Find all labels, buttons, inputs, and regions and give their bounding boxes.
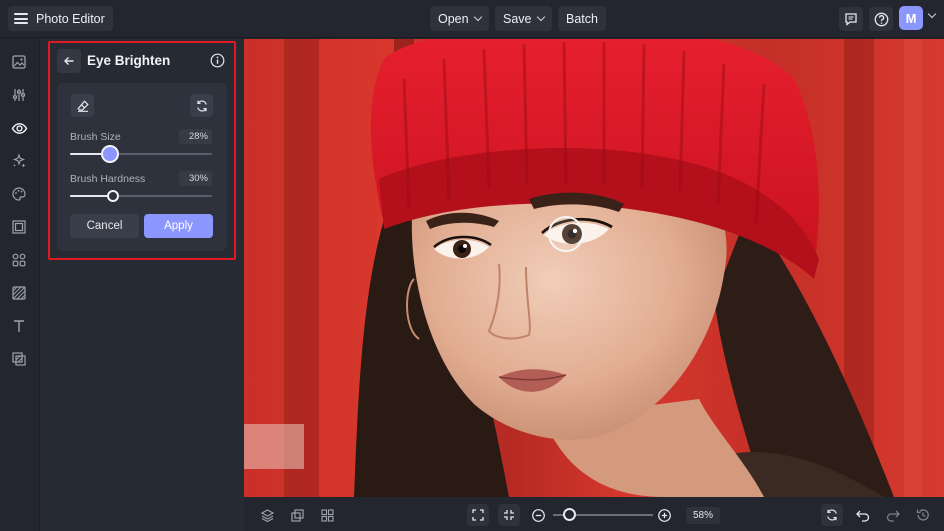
actual-size-button[interactable] — [498, 504, 520, 526]
photo-canvas[interactable] — [244, 39, 944, 497]
compare-icon[interactable] — [287, 505, 307, 525]
rotate-icon — [827, 509, 837, 521]
open-label: Open — [438, 11, 469, 26]
open-button[interactable]: Open — [430, 6, 489, 31]
layers-icon[interactable] — [257, 505, 277, 525]
zoom-in-icon[interactable] — [654, 505, 674, 525]
overlay-icon[interactable] — [10, 350, 28, 368]
adjust-sliders-icon[interactable] — [10, 86, 28, 104]
help-button[interactable] — [869, 7, 893, 31]
brush-hardness-label: Brush Hardness — [70, 173, 146, 185]
arrow-left-icon — [64, 57, 74, 65]
save-label: Save — [503, 11, 532, 26]
brush-hardness-slider[interactable] — [70, 195, 212, 197]
info-icon[interactable] — [210, 53, 225, 68]
reset-button[interactable] — [190, 94, 213, 117]
app-title: Photo Editor — [36, 11, 105, 26]
top-bar: Photo Editor Open Save Batch M — [0, 0, 944, 38]
batch-label: Batch — [566, 11, 598, 26]
zoom-out-icon[interactable] — [528, 505, 548, 525]
frame-icon[interactable] — [10, 218, 28, 236]
redo-icon[interactable] — [883, 505, 903, 525]
brush-hardness-value[interactable]: 30% — [179, 171, 212, 186]
chevron-down-icon — [536, 12, 545, 22]
brush-size-label: Brush Size — [70, 131, 121, 143]
portrait-photo — [354, 39, 894, 497]
app-menu-button[interactable]: Photo Editor — [8, 6, 113, 31]
eraser-button[interactable] — [71, 94, 94, 117]
graphics-icon[interactable] — [10, 251, 28, 269]
rotate-button[interactable] — [821, 504, 843, 526]
feedback-button[interactable] — [839, 7, 863, 31]
zoom-percentage[interactable]: 58% — [686, 507, 720, 524]
eraser-icon — [76, 99, 89, 112]
history-icon[interactable] — [913, 505, 933, 525]
undo-icon[interactable] — [853, 505, 873, 525]
brush-size-value[interactable]: 28% — [179, 129, 212, 144]
shrink-icon — [504, 510, 514, 520]
chevron-down-icon[interactable] — [927, 9, 937, 19]
texture-icon[interactable] — [10, 284, 28, 302]
brush-size-handle[interactable] — [100, 145, 119, 163]
apply-button[interactable]: Apply — [144, 214, 213, 238]
hamburger-icon — [14, 13, 28, 24]
cancel-button[interactable]: Cancel — [70, 214, 139, 238]
user-avatar[interactable]: M — [899, 6, 923, 30]
help-icon — [874, 12, 888, 26]
batch-button[interactable]: Batch — [558, 6, 606, 31]
save-button[interactable]: Save — [495, 6, 552, 31]
brush-hardness-handle[interactable] — [106, 190, 119, 202]
image-icon[interactable] — [10, 53, 28, 71]
chevron-down-icon — [473, 12, 482, 22]
zoom-slider-handle[interactable] — [563, 508, 576, 521]
eye-icon[interactable] — [10, 119, 28, 137]
grid-icon[interactable] — [317, 505, 337, 525]
chat-icon — [845, 13, 857, 26]
fit-to-screen-button[interactable] — [467, 504, 489, 526]
back-button[interactable] — [57, 49, 81, 73]
palette-icon[interactable] — [10, 185, 28, 203]
effects-sparkle-icon[interactable] — [10, 152, 28, 170]
brush-size-slider[interactable] — [70, 153, 212, 155]
expand-icon — [472, 509, 484, 521]
text-icon[interactable] — [10, 317, 28, 335]
refresh-icon — [196, 100, 207, 111]
panel-title: Eye Brighten — [87, 53, 171, 68]
